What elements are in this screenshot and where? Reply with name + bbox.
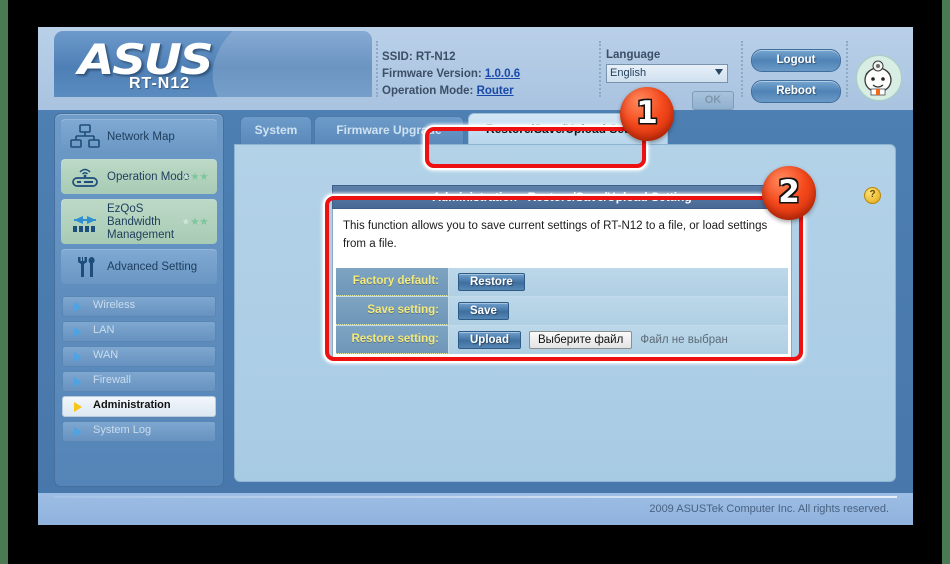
annotation-badge-1: 1	[620, 87, 674, 141]
sidebar-sub-label: LAN	[93, 324, 115, 336]
sidebar-item-network-map[interactable]: Network Map	[61, 119, 217, 154]
choose-file-button[interactable]: Выберите файл	[528, 331, 633, 349]
annotation-badge-2: 2	[762, 166, 816, 220]
sidebar-sub-label: Firewall	[93, 374, 131, 386]
page-footer: 2009 ASUSTek Computer Inc. All rights re…	[38, 493, 913, 525]
router-info-block: SSID: RT-N12 Firmware Version: 1.0.0.6 O…	[382, 49, 592, 100]
sidebar-sub-label: System Log	[93, 424, 152, 436]
language-ok-button[interactable]: OK	[692, 91, 734, 110]
sidebar-nav: Network Map Operation Mode ★★★ EzQoS Ban…	[54, 113, 224, 487]
sidebar-item-firewall[interactable]: Firewall	[62, 371, 216, 392]
settings-rows: Factory default: Restore Save setting: S…	[332, 265, 792, 358]
chevron-right-icon	[74, 377, 82, 387]
row-controls: Upload Выберите файл Файл не выбран	[449, 331, 788, 349]
sidebar-sub-label: WAN	[93, 349, 119, 361]
ssid-label: SSID:	[382, 51, 413, 63]
chevron-right-icon	[74, 352, 82, 362]
logout-button[interactable]: Logout	[751, 49, 841, 72]
router-model-text: RT-N12	[129, 75, 191, 92]
left-edge-strip	[0, 0, 8, 564]
ssid-row: SSID: RT-N12	[382, 49, 592, 66]
sidebar-item-label: Operation Mode	[107, 170, 190, 183]
sidebar-item-label: EzQoS Bandwidth Management	[107, 202, 175, 241]
sidebar-item-label: Advanced Setting	[107, 260, 198, 273]
sidebar-item-advanced-setting[interactable]: Advanced Setting	[61, 249, 217, 284]
sidebar-item-ezqos[interactable]: EzQoS Bandwidth Management ★★★	[61, 199, 217, 244]
row-controls: Restore	[449, 273, 788, 291]
sidebar-sub-label: Administration	[93, 399, 171, 411]
sidebar-rating-stars: ★★★	[181, 171, 209, 182]
panel-description: This function allows you to save current…	[332, 209, 792, 265]
tab-bar: System Firmware Upgrade Restore/Save/Upl…	[234, 113, 896, 144]
settings-form: Administration - Restore/Save/Upload Set…	[332, 185, 792, 358]
file-status-text: Файл не выбран	[640, 334, 728, 346]
panel-title: Administration - Restore/Save/Upload Set…	[332, 185, 792, 209]
help-icon[interactable]: ?	[864, 187, 881, 204]
language-label: Language	[606, 49, 661, 61]
screenshot-root: ASUS RT-N12 SSID: RT-N12 Firmware Versio…	[0, 0, 950, 564]
table-row: Restore setting: Upload Выберите файл Фа…	[336, 326, 788, 354]
chevron-right-icon	[74, 427, 82, 437]
sidebar-item-administration[interactable]: Administration	[62, 396, 216, 417]
firmware-label: Firmware Version:	[382, 68, 482, 80]
chevron-right-icon	[74, 302, 82, 312]
footer-divider	[54, 496, 897, 498]
tab-firmware-upgrade[interactable]: Firmware Upgrade	[314, 116, 464, 144]
router-admin-ui: ASUS RT-N12 SSID: RT-N12 Firmware Versio…	[38, 27, 913, 525]
row-label-restore-setting: Restore setting:	[336, 326, 449, 354]
table-row: Factory default: Restore	[336, 268, 788, 297]
firmware-version-link[interactable]: 1.0.0.6	[485, 68, 520, 80]
row-label-factory-default: Factory default:	[336, 268, 449, 296]
header-divider-2	[599, 41, 601, 97]
tab-system[interactable]: System	[240, 116, 312, 144]
copyright-text: 2009 ASUSTek Computer Inc. All rights re…	[649, 503, 889, 515]
right-edge-strip	[942, 0, 950, 564]
sidebar-sub-label: Wireless	[93, 299, 136, 311]
language-select[interactable]: English	[606, 64, 728, 83]
chevron-right-icon	[74, 402, 82, 412]
chevron-right-icon	[74, 327, 82, 337]
page-header: ASUS RT-N12 SSID: RT-N12 Firmware Versio…	[38, 27, 913, 110]
opmode-row: Operation Mode: Router	[382, 83, 592, 100]
network-map-icon	[70, 124, 100, 150]
sidebar-item-operation-mode[interactable]: Operation Mode ★★★	[61, 159, 217, 194]
brand-logo-panel: ASUS RT-N12	[54, 31, 372, 97]
firmware-row: Firmware Version: 1.0.0.6	[382, 66, 592, 83]
sidebar-item-lan[interactable]: LAN	[62, 321, 216, 342]
header-divider-4	[846, 41, 848, 97]
language-selected-value: English	[610, 67, 647, 79]
save-button[interactable]: Save	[458, 302, 509, 320]
bandwidth-icon	[70, 209, 100, 235]
sidebar-rating-stars: ★★★	[181, 216, 209, 227]
operation-mode-label: Operation Mode:	[382, 85, 474, 97]
sidebar-item-wan[interactable]: WAN	[62, 346, 216, 367]
table-row: Save setting: Save	[336, 297, 788, 326]
header-divider-3	[741, 41, 743, 97]
ssid-value: RT-N12	[415, 51, 456, 63]
upload-button[interactable]: Upload	[458, 331, 521, 349]
sidebar-item-label: Network Map	[107, 130, 175, 143]
header-divider-1	[376, 41, 378, 97]
sidebar-item-wireless[interactable]: Wireless	[62, 296, 216, 317]
tools-icon	[70, 254, 100, 280]
chevron-down-icon	[715, 69, 723, 75]
row-controls: Save	[449, 302, 788, 320]
language-block: Language English	[606, 49, 731, 83]
reboot-button[interactable]: Reboot	[751, 80, 841, 103]
doctor-mascot-icon	[856, 55, 902, 101]
sidebar-item-system-log[interactable]: System Log	[62, 421, 216, 442]
row-label-save-setting: Save setting:	[336, 297, 449, 325]
restore-button[interactable]: Restore	[458, 273, 525, 291]
router-signal-icon	[70, 164, 100, 190]
operation-mode-link[interactable]: Router	[477, 85, 514, 97]
